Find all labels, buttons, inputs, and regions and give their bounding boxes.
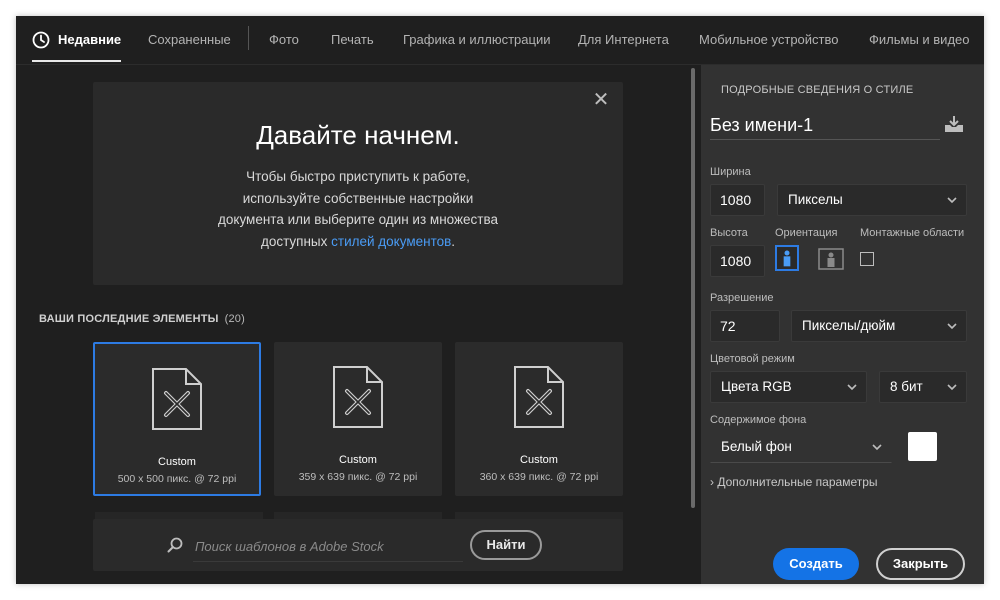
color-mode-value: Цвета RGB xyxy=(721,379,792,394)
recent-item-card[interactable]: Custom 500 x 500 пикс. @ 72 ppi xyxy=(93,342,261,496)
preset-tab-bar: Недавние Сохраненные Фото Печать Графика… xyxy=(16,16,984,65)
stock-search-input[interactable] xyxy=(193,530,467,562)
artboards-label: Монтажные области xyxy=(860,227,965,239)
recent-item-card[interactable]: Custom 359 x 639 пикс. @ 72 ppi xyxy=(274,342,442,496)
welcome-line: доступных стилей документов. xyxy=(183,231,533,253)
save-preset-icon[interactable] xyxy=(943,115,965,133)
tab-recent[interactable]: Недавние xyxy=(31,16,122,64)
resolution-unit-value: Пикселы/дюйм xyxy=(802,318,896,333)
orientation-label: Ориентация xyxy=(775,227,838,239)
recent-item-title: Custom xyxy=(520,454,558,466)
recent-item-size: 360 x 639 пикс. @ 72 ppi xyxy=(479,471,599,483)
new-document-dialog: Недавние Сохраненные Фото Печать Графика… xyxy=(16,16,984,584)
welcome-line: используйте собственные настройки xyxy=(242,190,474,206)
preset-details-panel: ПОДРОБНЫЕ СВЕДЕНИЯ О СТИЛЕ Ширина 1080 П… xyxy=(701,65,984,584)
close-button[interactable]: Закрыть xyxy=(876,548,965,580)
welcome-title: Давайте начнем. xyxy=(256,120,460,150)
recent-items-count: (20) xyxy=(224,313,245,325)
find-button[interactable]: Найти xyxy=(470,530,542,560)
scrollbar[interactable] xyxy=(691,68,695,508)
document-presets-link[interactable]: стилей документов xyxy=(331,234,451,249)
recent-items-title: ВАШИ ПОСЛЕДНИЕ ЭЛЕМЕНТЫ xyxy=(39,313,219,325)
color-mode-label: Цветовой режим xyxy=(710,353,795,365)
recent-item-size: 500 x 500 пикс. @ 72 ppi xyxy=(117,473,237,485)
panel-heading: ПОДРОБНЫЕ СВЕДЕНИЯ О СТИЛЕ xyxy=(721,84,914,96)
recent-item-title: Custom xyxy=(158,456,196,468)
portrait-orientation-icon[interactable] xyxy=(775,245,799,271)
welcome-card: ✕ Давайте начнем. Чтобы быстро приступит… xyxy=(93,82,623,285)
width-field[interactable]: 1080 xyxy=(710,184,765,216)
advanced-options-toggle[interactable]: › Дополнительные параметры xyxy=(710,475,878,489)
welcome-text: Чтобы быстро приступить к работе, исполь… xyxy=(183,166,533,252)
bit-depth-value: 8 бит xyxy=(890,379,923,394)
background-value: Белый фон xyxy=(721,439,792,454)
document-name-field[interactable] xyxy=(710,111,940,140)
width-unit-select[interactable]: Пикселы xyxy=(777,184,967,216)
chevron-down-icon xyxy=(947,197,957,204)
background-color-swatch[interactable] xyxy=(908,432,937,461)
search-icon xyxy=(167,537,183,553)
clock-icon xyxy=(32,31,50,49)
create-button[interactable]: Создать xyxy=(773,548,859,580)
tab-art-illustration[interactable]: Графика и иллюстрации xyxy=(403,16,550,64)
welcome-line: Чтобы быстро приступить к работе, xyxy=(246,169,470,184)
search-underline xyxy=(193,561,463,562)
chevron-down-icon xyxy=(947,323,957,330)
close-icon[interactable]: ✕ xyxy=(591,90,611,110)
recent-item-size: 359 x 639 пикс. @ 72 ppi xyxy=(298,471,418,483)
tab-saved[interactable]: Сохраненные xyxy=(148,16,231,64)
background-select[interactable]: Белый фон xyxy=(710,431,892,463)
recent-item-card[interactable]: Custom 360 x 639 пикс. @ 72 ppi xyxy=(455,342,623,496)
width-unit-value: Пикселы xyxy=(788,192,843,207)
tab-film-video[interactable]: Фильмы и видео xyxy=(869,16,969,64)
recent-item-title: Custom xyxy=(339,454,377,466)
advanced-options-label: Дополнительные параметры xyxy=(717,475,878,489)
document-icon xyxy=(514,366,564,428)
width-label: Ширина xyxy=(710,166,751,178)
tab-mobile[interactable]: Мобильное устройство xyxy=(699,16,839,64)
chevron-down-icon xyxy=(847,384,857,391)
height-field[interactable]: 1080 xyxy=(710,245,765,277)
welcome-line: документа или выберите один из множества xyxy=(218,212,498,227)
artboards-checkbox[interactable] xyxy=(860,252,874,266)
resolution-label: Разрешение xyxy=(710,292,774,304)
tab-web[interactable]: Для Интернета xyxy=(578,16,669,64)
height-label: Высота xyxy=(710,227,748,239)
recent-items-header: ВАШИ ПОСЛЕДНИЕ ЭЛЕМЕНТЫ (20) xyxy=(39,313,245,325)
welcome-line-text: доступных xyxy=(260,233,332,249)
document-icon xyxy=(333,366,383,428)
resolution-field[interactable]: 72 xyxy=(710,310,780,342)
tab-divider xyxy=(248,26,249,50)
chevron-down-icon xyxy=(872,444,882,451)
chevron-right-icon: › xyxy=(710,475,714,489)
color-mode-select[interactable]: Цвета RGB xyxy=(710,371,867,403)
resolution-unit-select[interactable]: Пикселы/дюйм xyxy=(791,310,967,342)
chevron-down-icon xyxy=(947,384,957,391)
stock-search-bar: Найти xyxy=(93,519,623,571)
tab-print[interactable]: Печать xyxy=(331,16,374,64)
landscape-orientation-icon[interactable] xyxy=(818,248,844,270)
welcome-line-text: . xyxy=(451,233,456,249)
tab-photo[interactable]: Фото xyxy=(269,16,299,64)
document-icon xyxy=(152,368,202,430)
background-label: Содержимое фона xyxy=(710,414,807,426)
bit-depth-select[interactable]: 8 бит xyxy=(879,371,967,403)
